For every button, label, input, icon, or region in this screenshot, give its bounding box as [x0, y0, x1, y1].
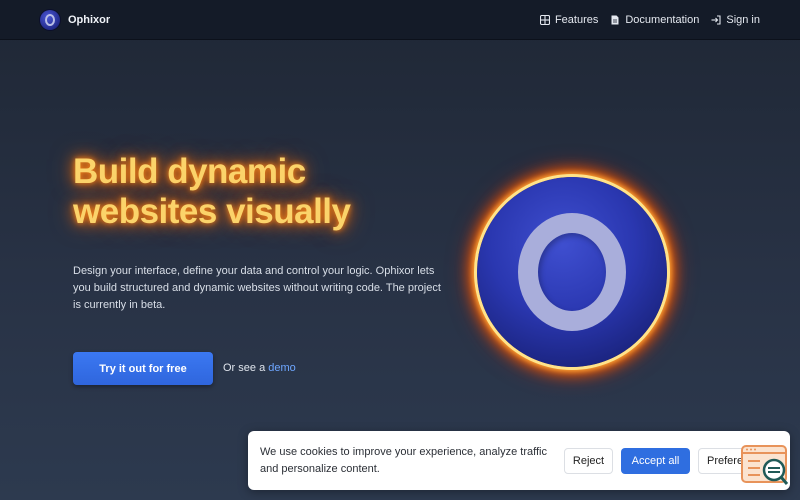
accept-all-button[interactable]: Accept all: [621, 447, 690, 474]
logo-letter-o: [518, 213, 626, 331]
brand-name: Ophixor: [68, 13, 111, 26]
nav-link-label: Documentation: [625, 13, 700, 26]
demo-line: Or see a demo: [223, 362, 296, 374]
top-navbar: Ophixor Features Documentation Sign in: [0, 0, 800, 40]
demo-link[interactable]: demo: [268, 362, 296, 374]
sign-in-icon: [711, 14, 721, 25]
cookie-message: We use cookies to improve your experienc…: [260, 445, 547, 475]
document-icon: [611, 15, 619, 24]
hero-title-line-1: Build dynamic: [73, 152, 306, 191]
reject-button[interactable]: Reject: [564, 447, 613, 474]
nav-link-sign-in[interactable]: Sign in: [711, 14, 760, 26]
demo-prefix: Or see a: [223, 362, 266, 374]
privacy-settings-widget[interactable]: [740, 444, 790, 488]
nav-link-documentation[interactable]: Documentation: [610, 14, 699, 26]
privacy-settings-icon: [741, 445, 789, 485]
hero-title-line-2: websites visually: [73, 192, 351, 231]
nav-links: Features Documentation Sign in: [539, 13, 760, 26]
ophixor-logo-icon: [40, 9, 60, 30]
nav-link-label: Features: [554, 13, 599, 26]
hero-description: Design your interface, define your data …: [73, 265, 441, 311]
nav-link-label: Sign in: [726, 13, 760, 26]
try-free-button[interactable]: Try it out for free: [73, 352, 213, 385]
nav-link-features[interactable]: Features: [539, 13, 599, 26]
cookie-banner: We use cookies to improve your experienc…: [248, 431, 790, 490]
hero-title: Build dynamic websites visually: [73, 152, 413, 232]
grid-icon: [539, 14, 550, 25]
hero-logo-icon: [477, 177, 667, 367]
brand[interactable]: Ophixor: [40, 9, 111, 30]
